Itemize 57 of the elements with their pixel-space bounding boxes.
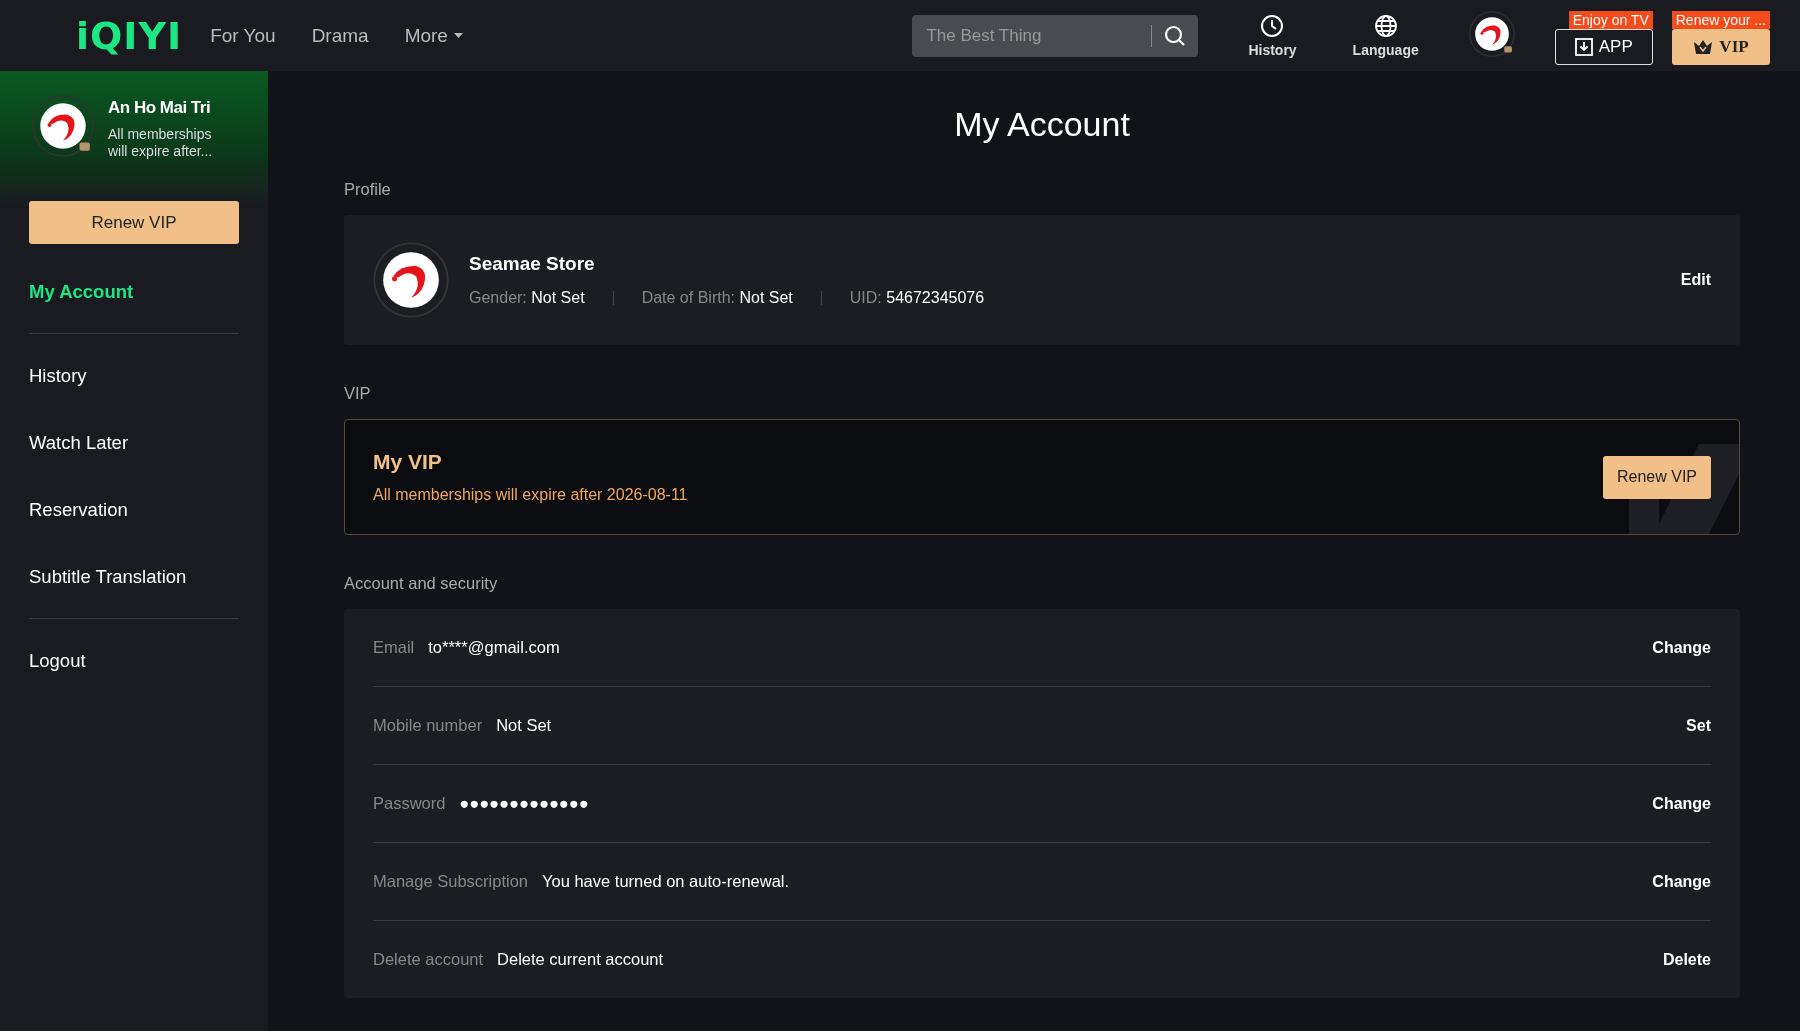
row-label: Mobile number [373, 716, 483, 735]
row-label: Manage Subscription [373, 872, 528, 891]
search-icon[interactable] [1164, 24, 1187, 47]
nav-link[interactable]: Drama [311, 24, 369, 47]
avatar-icon [373, 242, 449, 318]
search-field[interactable]: The Best Thing [912, 14, 1199, 57]
avatar-icon [1468, 10, 1515, 57]
profile-field: Gender: Not Set [469, 289, 585, 307]
page-title: My Account [953, 105, 1131, 144]
sidebar-item[interactable]: My Account [29, 258, 134, 325]
section-heading: Account and security [344, 574, 499, 593]
vip-button[interactable]: VIP [1672, 28, 1770, 65]
clock-icon [1260, 13, 1285, 38]
history-button[interactable]: History [1242, 12, 1303, 59]
profile-name: Seamae Store [469, 253, 596, 275]
vip-expiry: All memberships will expire after 2026-08-11 [373, 486, 689, 504]
row-value: ●●●●●●●●●●●●● [459, 794, 590, 813]
logo[interactable]: iQIYI [76, 13, 183, 58]
action-link[interactable]: Change [1652, 872, 1711, 891]
badge: Enjoy on TV [1568, 10, 1653, 29]
download-icon [1574, 37, 1593, 56]
search-input[interactable]: The Best Thing [924, 24, 1140, 47]
sidebar-item[interactable]: Logout [29, 627, 86, 694]
language-button[interactable]: Language [1346, 12, 1425, 59]
action-link[interactable]: Set [1686, 716, 1711, 735]
nav-link[interactable]: More [404, 24, 463, 47]
caret-icon [453, 33, 463, 38]
app-button[interactable]: APP [1554, 28, 1653, 65]
edit-link[interactable]: Edit [1680, 271, 1711, 289]
row-value: You have turned on auto-renewal. [542, 872, 791, 891]
row-label: Password [373, 794, 446, 813]
section-heading: Profile [344, 180, 392, 199]
sidebar-item[interactable]: Reservation [29, 476, 128, 543]
row-label: Email [373, 638, 415, 657]
row-value: to****@gmail.com [428, 638, 561, 657]
action-link[interactable]: Change [1652, 638, 1711, 657]
profile-field: UID: 54672345076 [849, 289, 985, 307]
nav-link[interactable]: For You [210, 24, 276, 47]
vip-title: My VIP [373, 450, 443, 474]
renew-vip-button[interactable]: Renew VIP [1602, 455, 1711, 499]
sidebar-item[interactable]: Watch Later [29, 409, 129, 476]
badge: Renew your ... [1671, 10, 1770, 29]
user-name: An Ho Mai Tri [108, 98, 212, 118]
avatar-icon [32, 95, 94, 157]
sidebar-item[interactable]: History [29, 342, 87, 409]
row-label: Delete account [373, 950, 484, 969]
action-link[interactable]: Change [1652, 794, 1711, 813]
row-value: Not Set [496, 716, 553, 735]
section-heading: VIP [344, 384, 372, 403]
sidebar-item[interactable]: Subtitle Translation [29, 543, 187, 610]
crown-icon [1693, 38, 1714, 55]
profile-field: Date of Birth: Not Set [641, 289, 793, 307]
renew-vip-button[interactable]: Renew VIP [29, 201, 239, 244]
action-link[interactable]: Delete [1662, 950, 1711, 969]
globe-icon [1373, 13, 1398, 38]
row-value: Delete current account [497, 950, 665, 969]
membership-note: All memberships will expire after... [108, 126, 214, 160]
